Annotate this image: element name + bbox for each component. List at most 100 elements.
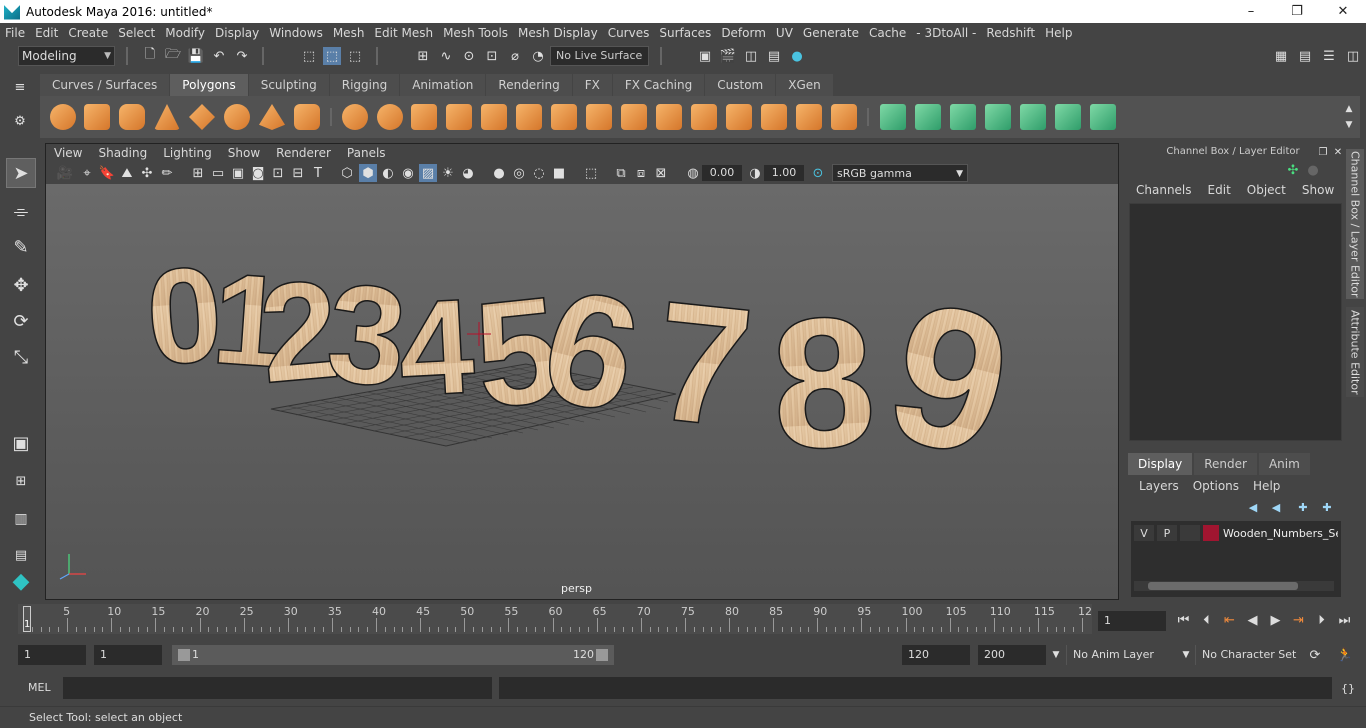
xray-icon[interactable]: ⬚ — [582, 164, 600, 182]
select-tool-icon[interactable]: ➤ — [6, 158, 36, 188]
film-gate-icon[interactable]: ▭ — [209, 164, 227, 182]
select-by-object-icon[interactable]: ⬚ — [323, 47, 341, 65]
vp-menu-view[interactable]: View — [46, 146, 90, 160]
grid-icon[interactable]: ⊞ — [189, 164, 207, 182]
render-view-icon[interactable]: ▣ — [696, 47, 714, 65]
time-slider-track[interactable]: 5 10 15 20 25 30 35 40 45 50 55 60 65 70 75 80 85 90 95 100… — [18, 604, 1092, 634]
menu-curves[interactable]: Curves — [603, 26, 655, 40]
uv-planar-icon[interactable] — [880, 104, 906, 130]
shelf-tab-rigging[interactable]: Rigging — [329, 74, 400, 96]
poly-sphere-icon[interactable] — [50, 104, 76, 130]
step-back-key-icon[interactable]: ⇤ — [1218, 609, 1241, 631]
menu-modify[interactable]: Modify — [160, 26, 210, 40]
exposure-field[interactable]: 0.00 — [702, 165, 742, 181]
mirror-icon[interactable] — [411, 104, 437, 130]
layout-icon[interactable]: ▦ — [1272, 47, 1290, 65]
safe-action-icon[interactable]: ⊟ — [289, 164, 307, 182]
new-layer-selected-icon[interactable]: ✚ — [1318, 498, 1336, 516]
menu-mesh-tools[interactable]: Mesh Tools — [438, 26, 513, 40]
multi-cut-icon[interactable] — [586, 104, 612, 130]
shelf-tab-fx-caching[interactable]: FX Caching — [612, 74, 705, 96]
digit-4[interactable]: 4 — [394, 269, 478, 425]
make-live-icon[interactable]: ⌀ — [506, 47, 524, 65]
menu-set-dropdown[interactable]: Modeling ▼ — [18, 46, 115, 66]
menu-surfaces[interactable]: Surfaces — [654, 26, 716, 40]
undo-icon[interactable]: ↶ — [210, 47, 228, 65]
camera-icon[interactable]: 🎥 — [56, 164, 74, 182]
menu-create[interactable]: Create — [63, 26, 113, 40]
textured-icon[interactable]: ◉ — [399, 164, 417, 182]
use-all-lights-icon[interactable]: ▨ — [419, 164, 437, 182]
cb-menu-show[interactable]: Show — [1294, 183, 1342, 197]
live-surface-field[interactable]: No Live Surface — [550, 46, 649, 66]
cb-menu-channels[interactable]: Channels — [1128, 183, 1200, 197]
layer-visibility-toggle[interactable]: V — [1134, 525, 1154, 541]
tab-render[interactable]: Render — [1194, 453, 1257, 475]
redo-icon[interactable]: ↷ — [233, 47, 251, 65]
script-editor-icon[interactable]: {} — [1339, 679, 1357, 697]
smooth-shade-icon[interactable]: ⬢ — [359, 164, 377, 182]
target-weld-icon[interactable] — [621, 104, 647, 130]
menu-mesh-display[interactable]: Mesh Display — [513, 26, 603, 40]
poly-cone-icon[interactable] — [154, 104, 180, 130]
current-time-indicator[interactable]: 1 — [23, 606, 31, 632]
move-layer-down-icon[interactable]: ◀ — [1267, 498, 1285, 516]
open-scene-icon[interactable]: 🗁 — [164, 47, 182, 65]
step-back-frame-icon[interactable]: ⏴ — [1195, 609, 1218, 631]
playback-end-field[interactable]: 120 — [902, 645, 970, 665]
separate-icon[interactable] — [377, 104, 403, 130]
poly-cube-icon[interactable] — [84, 104, 110, 130]
le-menu-help[interactable]: Help — [1246, 479, 1287, 493]
play-forwards-icon[interactable]: ▶ — [1264, 609, 1287, 631]
layer-name[interactable]: Wooden_Numbers_Set — [1223, 527, 1338, 540]
anim-layer-dropdown[interactable]: No Anim Layer — [1066, 645, 1178, 665]
motion-blur-icon[interactable]: ● — [490, 164, 508, 182]
animation-start-field[interactable]: 1 — [18, 645, 86, 665]
shelf-tab-custom[interactable]: Custom — [705, 74, 776, 96]
ipr-render-icon[interactable]: ◫ — [742, 47, 760, 65]
cb-menu-object[interactable]: Object — [1239, 183, 1294, 197]
layer-list-scrollbar[interactable] — [1134, 581, 1334, 591]
uv-automatic-icon[interactable] — [985, 104, 1011, 130]
new-scene-icon[interactable]: 🗋 — [141, 47, 159, 65]
menu-generate[interactable]: Generate — [798, 26, 864, 40]
channel-list[interactable] — [1129, 203, 1342, 441]
menu-edit-mesh[interactable]: Edit Mesh — [369, 26, 438, 40]
image-plane-icon[interactable]: ⛰ — [118, 164, 136, 182]
scrollbar-thumb[interactable] — [1148, 582, 1298, 590]
channel-box-toggle-icon[interactable]: ◫ — [1344, 47, 1362, 65]
lock-channel-icon[interactable]: ● — [1304, 161, 1322, 179]
symmetry-icon[interactable]: ◔ — [529, 47, 547, 65]
four-pane-layout-icon[interactable]: ⊞ — [6, 466, 36, 496]
vp-menu-shading[interactable]: Shading — [90, 146, 155, 160]
shadows-icon[interactable]: ☀ — [439, 164, 457, 182]
character-set-dropdown[interactable]: No Character Set — [1195, 645, 1299, 665]
uv-unfold-icon[interactable] — [1020, 104, 1046, 130]
scale-tool-icon[interactable]: ⤡ — [6, 342, 36, 372]
isolate-select-icon[interactable]: ■ — [550, 164, 568, 182]
layer-row[interactable]: V P Wooden_Numbers_Set — [1134, 524, 1339, 542]
menu-redshift[interactable]: Redshift — [981, 26, 1040, 40]
grease-pencil-icon[interactable]: ✏ — [158, 164, 176, 182]
step-forward-key-icon[interactable]: ⇥ — [1287, 609, 1310, 631]
layer-display-type-toggle[interactable] — [1180, 525, 1200, 541]
shelf-tab-curves-surfaces[interactable]: Curves / Surfaces — [40, 74, 170, 96]
animation-preferences-icon[interactable]: 🏃 — [1336, 646, 1354, 664]
poly-plane-icon[interactable] — [189, 104, 215, 130]
shelf-tab-animation[interactable]: Animation — [400, 74, 486, 96]
menu-deform[interactable]: Deform — [716, 26, 771, 40]
resolution-gate-icon[interactable]: ▣ — [229, 164, 247, 182]
bevel-icon[interactable] — [551, 104, 577, 130]
tab-attribute-editor[interactable]: Attribute Editor — [1346, 307, 1364, 397]
paint-select-tool-icon[interactable]: ✎ — [6, 232, 36, 262]
2d-pan-zoom-icon[interactable]: ✣ — [138, 164, 156, 182]
gamma-icon[interactable]: ◑ — [746, 164, 764, 182]
go-to-end-icon[interactable]: ⏭ — [1333, 609, 1356, 631]
play-backwards-icon[interactable]: ◀ — [1241, 609, 1264, 631]
tab-channel-box-layer-editor[interactable]: Channel Box / Layer Editor — [1346, 149, 1364, 299]
xray-components-icon[interactable]: ⧈ — [632, 164, 650, 182]
poly-cylinder-icon[interactable] — [119, 104, 145, 130]
snap-grid-icon[interactable]: ⊞ — [414, 47, 432, 65]
menu-uv[interactable]: UV — [771, 26, 798, 40]
mel-command-input[interactable] — [63, 677, 492, 699]
